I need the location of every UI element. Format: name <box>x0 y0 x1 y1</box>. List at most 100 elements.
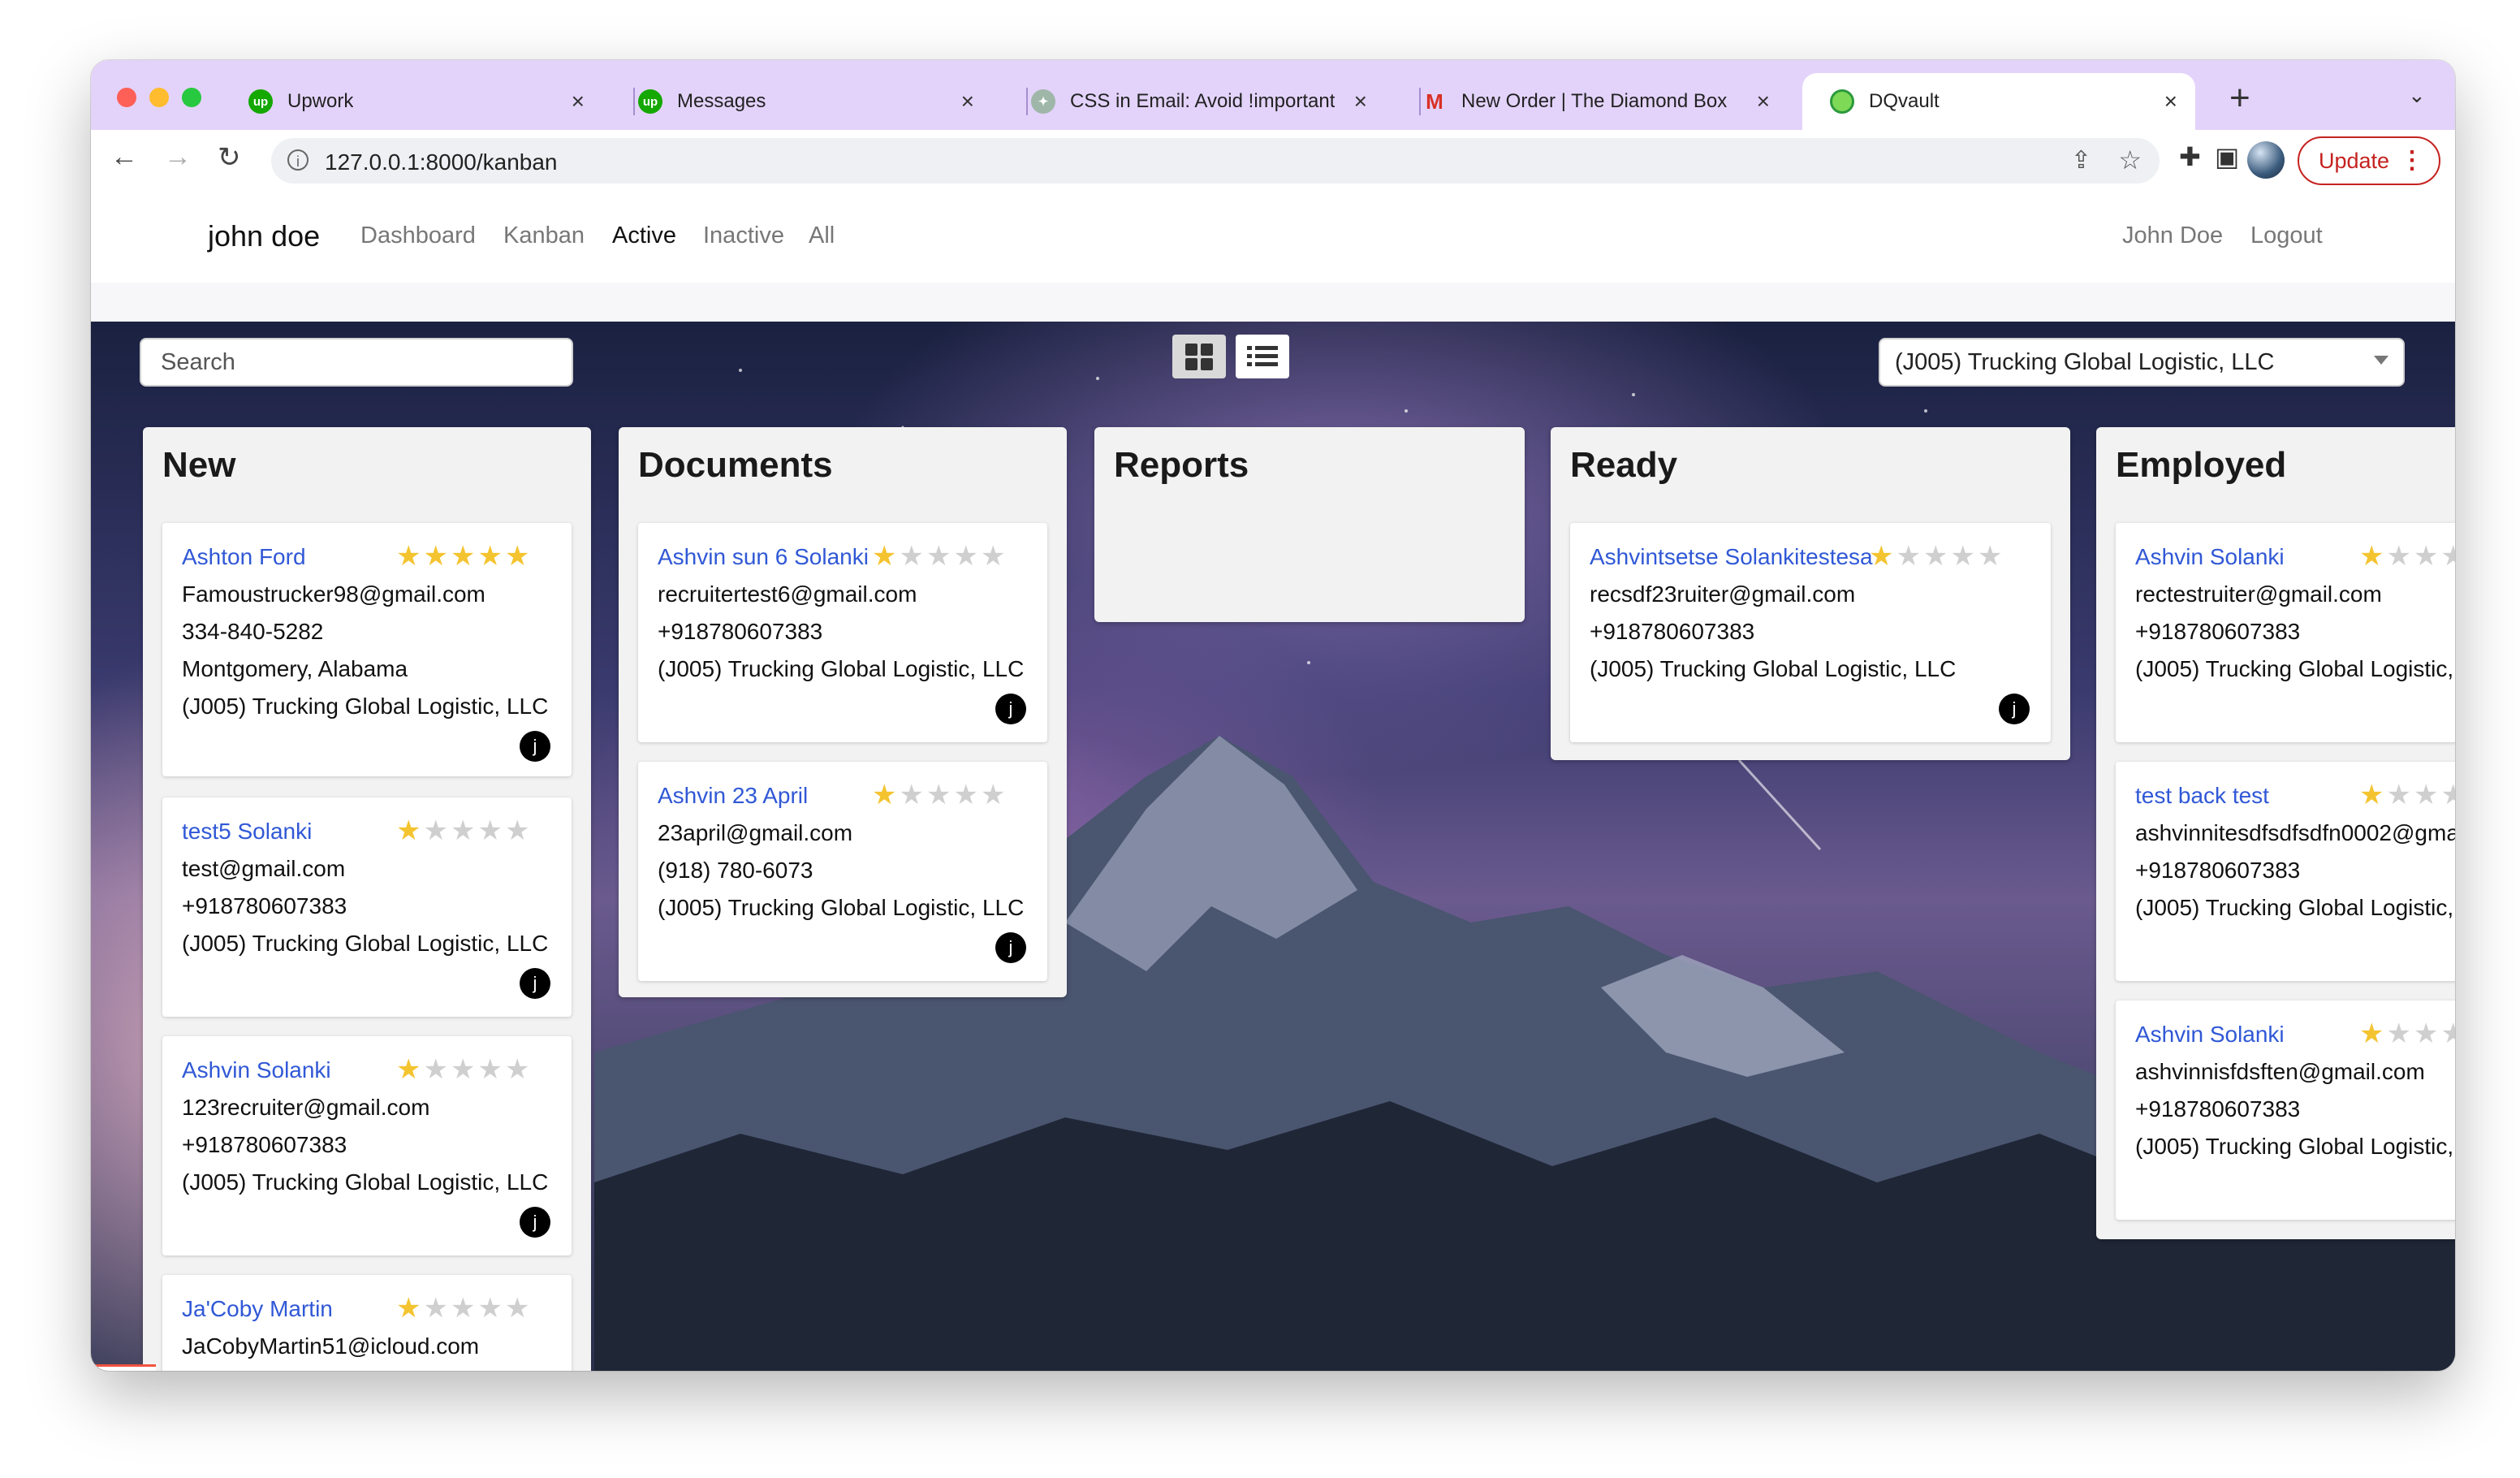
company-select[interactable]: (J005) Trucking Global Logistic, LLC <box>1879 338 2405 387</box>
star-empty-icon[interactable]: ★ <box>1950 541 1977 572</box>
rating-stars[interactable]: ★★★★★ <box>396 1294 532 1322</box>
back-arrow-icon[interactable]: ← <box>110 141 138 173</box>
tab-dqvault[interactable]: DQvault × <box>1802 73 2195 130</box>
star-filled-icon[interactable]: ★ <box>396 1293 423 1324</box>
star-empty-icon[interactable]: ★ <box>953 541 980 572</box>
star-filled-icon[interactable]: ★ <box>2359 541 2386 572</box>
candidate-card[interactable]: test5 Solanki ★★★★★ test@gmail.com +9187… <box>162 797 572 1017</box>
star-empty-icon[interactable]: ★ <box>451 815 477 846</box>
nav-logout[interactable]: Logout <box>2250 223 2323 249</box>
star-empty-icon[interactable]: ★ <box>423 815 450 846</box>
star-empty-icon[interactable]: ★ <box>1978 541 2004 572</box>
minimize-window-button[interactable] <box>149 88 169 107</box>
star-empty-icon[interactable]: ★ <box>2414 541 2440 572</box>
nav-user-name[interactable]: John Doe <box>2122 223 2223 249</box>
assignee-avatar[interactable]: j <box>520 1207 550 1238</box>
candidate-card[interactable]: Ashvin Solanki ★★★★★ 123recruiter@gmail.… <box>162 1036 572 1255</box>
rating-stars[interactable]: ★★★★★ <box>2359 542 2455 570</box>
update-button[interactable]: Update ⋮ <box>2298 136 2440 185</box>
forward-arrow-icon[interactable]: → <box>164 141 192 173</box>
candidate-card[interactable]: Ashvin Solanki ★★★★★ rectestruiter@gmail… <box>2116 523 2455 742</box>
star-filled-icon[interactable]: ★ <box>1869 541 1896 572</box>
close-tab-icon[interactable]: × <box>572 89 585 115</box>
star-empty-icon[interactable]: ★ <box>2440 541 2455 572</box>
star-filled-icon[interactable]: ★ <box>423 541 450 572</box>
star-empty-icon[interactable]: ★ <box>981 541 1008 572</box>
star-empty-icon[interactable]: ★ <box>899 780 926 810</box>
laravel-debug-icon[interactable] <box>91 1364 156 1371</box>
extensions-puzzle-icon[interactable]: ✚ <box>2179 141 2201 172</box>
star-empty-icon[interactable]: ★ <box>926 780 953 810</box>
url-text[interactable]: 127.0.0.1:8000/kanban <box>325 149 557 175</box>
star-empty-icon[interactable]: ★ <box>423 1293 450 1324</box>
more-menu-icon[interactable]: ⋮ <box>2400 146 2424 175</box>
candidate-card[interactable]: Ashvin Solanki ★★★★★ ashvinnisfdsften@gm… <box>2116 1000 2455 1220</box>
assignee-avatar[interactable]: j <box>995 932 1026 963</box>
assignee-avatar[interactable]: j <box>520 731 550 762</box>
star-filled-icon[interactable]: ★ <box>505 541 532 572</box>
star-filled-icon[interactable]: ★ <box>872 780 899 810</box>
grid-view-icon[interactable] <box>1172 335 1226 378</box>
star-empty-icon[interactable]: ★ <box>2386 541 2413 572</box>
star-empty-icon[interactable]: ★ <box>505 815 532 846</box>
star-filled-icon[interactable]: ★ <box>396 1054 423 1085</box>
bookmark-star-icon[interactable]: ☆ <box>2118 145 2142 175</box>
star-empty-icon[interactable]: ★ <box>451 1054 477 1085</box>
share-icon[interactable]: ⇪ <box>2071 146 2091 175</box>
star-filled-icon[interactable]: ★ <box>477 541 504 572</box>
rating-stars[interactable]: ★★★★★ <box>396 1056 532 1083</box>
candidate-name[interactable]: Ashton Ford <box>182 544 306 570</box>
close-tab-icon[interactable]: × <box>1757 89 1770 115</box>
profile-avatar[interactable] <box>2247 141 2285 179</box>
star-empty-icon[interactable]: ★ <box>981 780 1008 810</box>
nav-link-kanban[interactable]: Kanban <box>503 223 585 249</box>
candidate-card[interactable]: Ashvin 23 April ★★★★★ 23april@gmail.com … <box>638 762 1047 981</box>
candidate-card[interactable]: test back test ★★★★★ ashvinnitesdfsdfsdf… <box>2116 762 2455 981</box>
star-empty-icon[interactable]: ★ <box>2414 780 2440 810</box>
candidate-card[interactable]: Ashvin sun 6 Solanki ★★★★★ recruitertest… <box>638 523 1047 742</box>
search-input[interactable] <box>141 339 572 385</box>
chevron-down-icon[interactable]: ⌄ <box>2408 83 2426 108</box>
star-empty-icon[interactable]: ★ <box>2386 1018 2413 1049</box>
close-tab-icon[interactable]: × <box>1354 89 1367 115</box>
assignee-avatar[interactable]: j <box>520 968 550 999</box>
candidate-name[interactable]: Ashvin Solanki <box>2135 1022 2285 1048</box>
star-empty-icon[interactable]: ★ <box>899 541 926 572</box>
candidate-name[interactable]: Ashvin Solanki <box>182 1057 331 1083</box>
candidate-name[interactable]: Ashvin sun 6 Solanki <box>658 544 869 570</box>
close-tab-icon[interactable]: × <box>961 89 974 115</box>
star-empty-icon[interactable]: ★ <box>2440 1018 2455 1049</box>
brand-name[interactable]: john doe <box>208 219 320 253</box>
star-empty-icon[interactable]: ★ <box>477 1054 504 1085</box>
star-empty-icon[interactable]: ★ <box>2386 780 2413 810</box>
star-empty-icon[interactable]: ★ <box>505 1054 532 1085</box>
assignee-avatar[interactable]: j <box>1999 694 2030 724</box>
star-empty-icon[interactable]: ★ <box>1923 541 1950 572</box>
star-empty-icon[interactable]: ★ <box>505 1293 532 1324</box>
star-empty-icon[interactable]: ★ <box>953 780 980 810</box>
candidate-name[interactable]: test5 Solanki <box>182 819 312 845</box>
candidate-name[interactable]: Ashvin 23 April <box>658 783 808 809</box>
star-empty-icon[interactable]: ★ <box>477 1293 504 1324</box>
tab-messages[interactable]: up Messages × <box>611 73 992 130</box>
star-empty-icon[interactable]: ★ <box>926 541 953 572</box>
maximize-window-button[interactable] <box>182 88 201 107</box>
star-empty-icon[interactable]: ★ <box>423 1054 450 1085</box>
rating-stars[interactable]: ★★★★★ <box>396 817 532 845</box>
star-filled-icon[interactable]: ★ <box>2359 780 2386 810</box>
rating-stars[interactable]: ★★★★★ <box>2359 781 2455 809</box>
star-empty-icon[interactable]: ★ <box>2414 1018 2440 1049</box>
candidate-name[interactable]: Ja'Coby Martin <box>182 1296 333 1322</box>
star-filled-icon[interactable]: ★ <box>396 541 423 572</box>
list-view-icon[interactable] <box>1236 335 1289 378</box>
rating-stars[interactable]: ★★★★★ <box>396 542 532 570</box>
star-empty-icon[interactable]: ★ <box>477 815 504 846</box>
rating-stars[interactable]: ★★★★★ <box>872 781 1008 809</box>
candidate-card[interactable]: Ashton Ford ★★★★★ Famoustrucker98@gmail.… <box>162 523 572 776</box>
new-tab-icon[interactable]: + <box>2229 78 2250 119</box>
star-empty-icon[interactable]: ★ <box>1896 541 1922 572</box>
tab-new-order[interactable]: M New Order | The Diamond Box × <box>1395 73 1788 130</box>
nav-link-active[interactable]: Active <box>612 223 676 249</box>
candidate-name[interactable]: Ashvintsetse Solankitestesa <box>1590 544 1873 570</box>
nav-link-all[interactable]: All <box>809 223 835 249</box>
